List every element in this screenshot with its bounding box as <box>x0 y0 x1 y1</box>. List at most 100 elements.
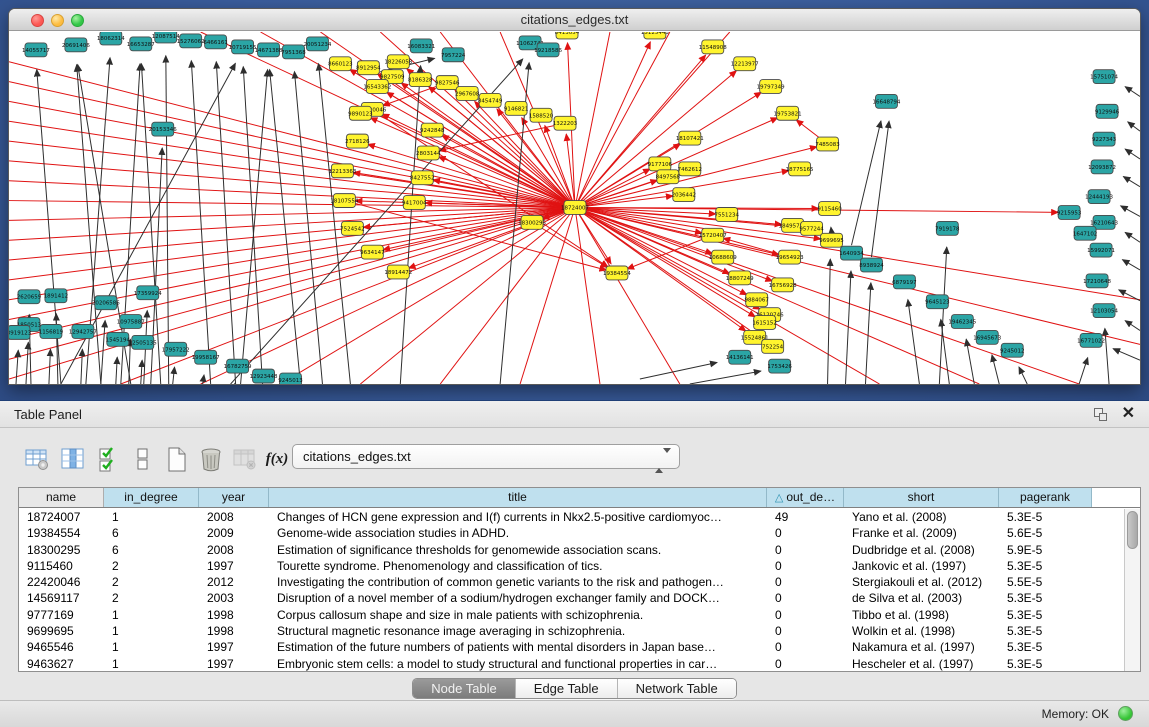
column-header-in_degree[interactable]: in_degree <box>104 488 199 507</box>
table-cell: 5.6E-5 <box>999 525 1092 541</box>
column-header-year[interactable]: year <box>199 488 269 507</box>
table-row[interactable]: 969969511998Structural magnetic resonanc… <box>19 623 1124 639</box>
table-row[interactable]: 946362711997Embryonic stem cells: a mode… <box>19 656 1124 671</box>
table-row[interactable]: 1456911722003Disruption of a novel membe… <box>19 590 1124 606</box>
citation-edge-black <box>1125 149 1140 159</box>
column-header-short[interactable]: short <box>844 488 999 507</box>
memory-status-label: Memory: OK <box>1042 707 1109 721</box>
graph-node-label: 8912954 <box>356 66 381 72</box>
graph-node-label: 8454749 <box>478 98 503 104</box>
graph-node-label: 15276062 <box>177 39 205 45</box>
table-cell: 2003 <box>199 590 269 606</box>
table-mode-icon[interactable] <box>22 443 52 475</box>
citation-edge-red <box>575 196 673 208</box>
table-cell: 5.3E-5 <box>999 623 1092 639</box>
table-cell: 5.3E-5 <box>999 509 1092 525</box>
tab-network-table[interactable]: Network Table <box>618 679 736 698</box>
new-column-icon[interactable] <box>162 443 192 475</box>
graph-node-label: 12505135 <box>129 340 157 346</box>
column-header-title[interactable]: title <box>269 488 767 507</box>
table-row[interactable]: 946554611997Estimation of the future num… <box>19 639 1124 655</box>
table-row[interactable]: 977716911998Corpus callosum shape and si… <box>19 607 1124 623</box>
graph-node-label: 12444193 <box>1085 195 1113 201</box>
unselect-rows-icon[interactable] <box>128 443 158 475</box>
citation-edge-black <box>1119 290 1140 301</box>
column-header-name[interactable]: name <box>19 488 104 507</box>
table-cell: 1997 <box>199 656 269 671</box>
graph-node-label: 7551234 <box>715 212 740 218</box>
citation-edge-black <box>828 259 831 384</box>
graph-node-label: 18107421 <box>676 136 704 142</box>
table-row[interactable]: 1830029562008Estimation of significance … <box>19 542 1124 558</box>
float-panel-icon[interactable] <box>1094 408 1107 421</box>
column-header-out_de[interactable]: △out_de… <box>767 488 844 507</box>
graph-node-label: 19797349 <box>757 85 785 91</box>
status-bar: Memory: OK <box>0 700 1149 727</box>
citation-edge-black <box>116 357 117 384</box>
table-vertical-scrollbar[interactable] <box>1124 509 1140 671</box>
citation-edge-black <box>294 72 322 384</box>
graph-node-label: 20051234 <box>303 42 331 48</box>
graph-node-label: 15720407 <box>699 233 727 239</box>
network-canvas[interactable]: 1405571720691406180623141665328712087514… <box>9 32 1140 384</box>
graph-node-label: 7462612 <box>678 167 702 173</box>
graph-node-label: 12093872 <box>1088 165 1116 171</box>
header-filler <box>1092 488 1140 507</box>
table-cell: 18300295 <box>19 542 104 558</box>
citation-edge-black <box>1019 367 1027 384</box>
scrollbar-thumb[interactable] <box>1127 511 1138 549</box>
citation-edge-black <box>1121 206 1140 217</box>
graph-node-label: 12213363 <box>328 169 356 175</box>
citation-edge-black <box>852 121 881 245</box>
graph-node-label: 9645123 <box>925 300 950 306</box>
citation-edge-black <box>81 349 83 384</box>
table-row[interactable]: 2242004622012Investigating the contribut… <box>19 574 1124 590</box>
tab-edge-table[interactable]: Edge Table <box>516 679 618 698</box>
table-cell: 5.3E-5 <box>999 590 1092 606</box>
graph-node-label: 9177106 <box>648 162 673 168</box>
table-cell: Franke et al. (2009) <box>844 525 999 541</box>
table-cell: Tibbo et al. (1998) <box>844 607 999 623</box>
citation-edge-black <box>640 363 717 380</box>
show-columns-icon[interactable] <box>58 443 88 475</box>
table-cell: de Silva et al. (2003) <box>844 590 999 606</box>
table-cell: 5.9E-5 <box>999 542 1092 558</box>
citation-edge-red <box>575 208 1140 345</box>
graph-node-label: 9577244 <box>799 226 824 232</box>
graph-node-label: 3919123 <box>9 330 32 336</box>
close-panel-icon[interactable]: ✕ <box>1122 404 1135 424</box>
graph-node-label: 9634147 <box>360 250 385 256</box>
citation-edge-black <box>1125 232 1140 242</box>
function-builder-icon[interactable]: f(x) <box>262 443 292 475</box>
table-cell: 22420046 <box>19 574 104 590</box>
table-cell: Dudbridge et al. (2008) <box>844 542 999 558</box>
table-row[interactable]: 911546021997Tourette syndrome. Phenomeno… <box>19 558 1124 574</box>
citation-edge-red <box>575 169 650 208</box>
graph-node-label: 18226058 <box>384 60 412 66</box>
table-cell: 0 <box>767 542 844 558</box>
graph-node-label: 18914472 <box>384 270 412 276</box>
graph-node-label: 19218586 <box>534 48 562 54</box>
tab-node-table[interactable]: Node Table <box>413 679 516 698</box>
column-header-pagerank[interactable]: pagerank <box>999 488 1092 507</box>
table-select-dropdown[interactable]: citations_edges.txt <box>292 444 680 469</box>
delete-column-icon[interactable] <box>196 443 226 475</box>
table-cell: 9115460 <box>19 558 104 574</box>
graph-node-label: 8660123 <box>328 62 353 68</box>
graph-node-label: 9245012 <box>1000 348 1024 354</box>
select-rows-icon[interactable] <box>94 443 124 475</box>
citation-edge-red <box>360 208 575 384</box>
table-row[interactable]: 1872400712008Changes of HCN gene express… <box>19 509 1124 525</box>
citation-edge-red <box>575 208 611 264</box>
network-window[interactable]: citations_edges.txt 14055717206914061806… <box>8 8 1141 385</box>
delete-table-icon[interactable] <box>230 443 260 475</box>
graph-node-label: 17957222 <box>162 347 190 353</box>
table-cell: Jankovic et al. (1997) <box>844 558 999 574</box>
graph-node-label: 7524542 <box>340 226 364 232</box>
graph-node-label: 16653287 <box>127 42 155 48</box>
table-cell: 9463627 <box>19 656 104 671</box>
citation-edge-red <box>575 208 600 384</box>
table-row[interactable]: 1938455462009Genome-wide association stu… <box>19 525 1124 541</box>
window-titlebar[interactable]: citations_edges.txt <box>9 9 1140 31</box>
graph-node-label: 9146821 <box>504 106 528 112</box>
